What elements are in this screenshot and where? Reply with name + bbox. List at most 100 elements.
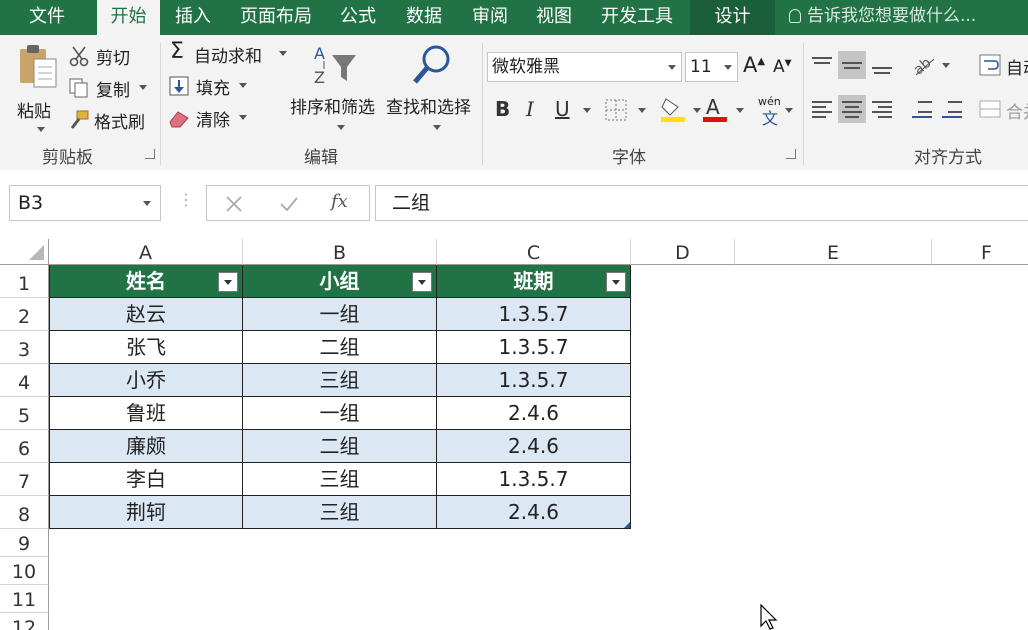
table-resize-handle[interactable] — [624, 522, 630, 528]
align-bottom-button[interactable] — [868, 51, 896, 79]
row-header-2[interactable]: 2 — [0, 298, 49, 331]
table-cell[interactable]: 2.4.6 — [437, 397, 631, 430]
table-cell[interactable]: 荆轲 — [49, 496, 243, 529]
italic-button[interactable]: I — [526, 97, 534, 121]
bold-button[interactable]: B — [495, 97, 510, 121]
worksheet-grid[interactable]: A B C D E F 1 2 3 4 5 6 7 8 9 10 11 12 姓… — [0, 239, 1028, 630]
table-cell[interactable]: 三组 — [243, 496, 437, 529]
shrink-font-icon[interactable]: A▼ — [773, 57, 792, 77]
table-header-cell[interactable]: 班期 — [437, 265, 631, 298]
copy-button[interactable]: 复制 — [68, 75, 158, 101]
formula-input[interactable]: 二组 — [375, 185, 1028, 221]
table-header-cell[interactable]: 姓名 — [49, 265, 243, 298]
column-header-f[interactable]: F — [932, 239, 1028, 265]
row-header-8[interactable]: 8 — [0, 496, 49, 529]
align-top-button[interactable] — [808, 51, 836, 79]
align-center-button[interactable] — [838, 95, 866, 123]
fill-color-icon[interactable] — [660, 95, 686, 123]
text-orientation-icon[interactable]: ab — [912, 53, 938, 79]
tab-insert[interactable]: 插入 — [165, 0, 221, 35]
row-header-10[interactable]: 10 — [0, 557, 49, 585]
paste-button[interactable]: 粘贴 — [10, 41, 64, 137]
table-header-cell[interactable]: 小组 — [243, 265, 437, 298]
table-cell[interactable]: 张飞 — [49, 331, 243, 364]
format-painter-button[interactable]: 格式刷 — [68, 107, 158, 133]
autosum-button[interactable]: Σ 自动求和 — [168, 39, 288, 67]
row-header-12[interactable]: 12 — [0, 613, 49, 630]
clear-button[interactable]: 清除 — [168, 105, 258, 131]
table-cell[interactable]: 1.3.5.7 — [437, 331, 631, 364]
grow-font-icon[interactable]: A▲ — [743, 53, 765, 77]
tab-developer[interactable]: 开发工具 — [592, 0, 682, 35]
table-cell[interactable]: 2.4.6 — [437, 496, 631, 529]
table-cell[interactable]: 三组 — [243, 364, 437, 397]
chevron-down-icon[interactable] — [693, 108, 701, 113]
enter-checkmark-icon[interactable] — [279, 195, 299, 213]
find-select-button[interactable]: 查找和选择 — [384, 41, 478, 137]
align-left-button[interactable] — [808, 95, 836, 123]
tell-me-search[interactable]: 告诉我您想要做什么... — [775, 0, 1028, 35]
table-cell[interactable]: 赵云 — [49, 298, 243, 331]
font-name-select[interactable]: 微软雅黑 — [487, 52, 682, 82]
more-options-icon[interactable]: ⋮ — [178, 190, 194, 209]
chevron-down-icon[interactable] — [736, 108, 744, 113]
chevron-down-icon[interactable] — [583, 108, 591, 113]
merge-center-button[interactable]: 合并 — [978, 95, 1028, 125]
table-cell[interactable]: 1.3.5.7 — [437, 463, 631, 496]
row-header-9[interactable]: 9 — [0, 529, 49, 557]
underline-button[interactable]: U — [555, 97, 570, 121]
table-cell[interactable]: 二组 — [243, 430, 437, 463]
table-cell[interactable]: 李白 — [49, 463, 243, 496]
row-header-4[interactable]: 4 — [0, 364, 49, 397]
column-header-a[interactable]: A — [49, 239, 243, 265]
font-size-select[interactable]: 11 — [685, 52, 738, 82]
table-cell[interactable]: 一组 — [243, 298, 437, 331]
table-cell[interactable]: 小乔 — [49, 364, 243, 397]
table-cell[interactable]: 一组 — [243, 397, 437, 430]
increase-indent-button[interactable] — [938, 95, 966, 123]
table-cell[interactable]: 廉颇 — [49, 430, 243, 463]
column-header-e[interactable]: E — [735, 239, 932, 265]
align-middle-button[interactable] — [838, 51, 866, 79]
table-cell[interactable]: 2.4.6 — [437, 430, 631, 463]
tab-data[interactable]: 数据 — [396, 0, 452, 35]
filter-dropdown-icon[interactable] — [606, 272, 626, 292]
cancel-icon[interactable] — [225, 195, 243, 213]
decrease-indent-button[interactable] — [908, 95, 936, 123]
tab-formulas[interactable]: 公式 — [330, 0, 386, 35]
row-header-3[interactable]: 3 — [0, 331, 49, 364]
row-header-5[interactable]: 5 — [0, 397, 49, 430]
chevron-down-icon[interactable] — [942, 63, 950, 68]
row-header-7[interactable]: 7 — [0, 463, 49, 496]
border-icon[interactable] — [604, 98, 628, 122]
tab-view[interactable]: 视图 — [526, 0, 582, 35]
table-cell[interactable]: 二组 — [243, 331, 437, 364]
column-header-c[interactable]: C — [437, 239, 631, 265]
row-header-6[interactable]: 6 — [0, 430, 49, 463]
tab-design[interactable]: 设计 — [690, 0, 775, 35]
fill-button[interactable]: 填充 — [168, 73, 258, 99]
table-cell[interactable]: 1.3.5.7 — [437, 298, 631, 331]
sort-filter-button[interactable]: A Z 排序和筛选 — [288, 41, 384, 137]
column-header-d[interactable]: D — [631, 239, 735, 265]
tab-review[interactable]: 审阅 — [462, 0, 518, 35]
table-cell[interactable]: 鲁班 — [49, 397, 243, 430]
chevron-down-icon[interactable] — [638, 108, 646, 113]
column-header-b[interactable]: B — [243, 239, 437, 265]
name-box[interactable]: B3 — [9, 185, 161, 221]
tab-home[interactable]: 开始 — [97, 0, 160, 35]
wrap-text-button[interactable]: 自动 — [978, 51, 1028, 81]
filter-dropdown-icon[interactable] — [218, 272, 238, 292]
dialog-launcher-icon[interactable] — [786, 149, 796, 159]
phonetic-guide-button[interactable]: wén 文 — [756, 95, 796, 128]
insert-function-icon[interactable]: fx — [331, 191, 348, 212]
dialog-launcher-icon[interactable] — [145, 149, 155, 159]
filter-dropdown-icon[interactable] — [412, 272, 432, 292]
align-right-button[interactable] — [868, 95, 896, 123]
tab-file[interactable]: 文件 — [14, 0, 80, 35]
row-header-1[interactable]: 1 — [0, 265, 49, 298]
font-color-icon[interactable]: A — [702, 95, 728, 123]
table-cell[interactable]: 三组 — [243, 463, 437, 496]
tab-page-layout[interactable]: 页面布局 — [234, 0, 318, 35]
row-header-11[interactable]: 11 — [0, 585, 49, 613]
